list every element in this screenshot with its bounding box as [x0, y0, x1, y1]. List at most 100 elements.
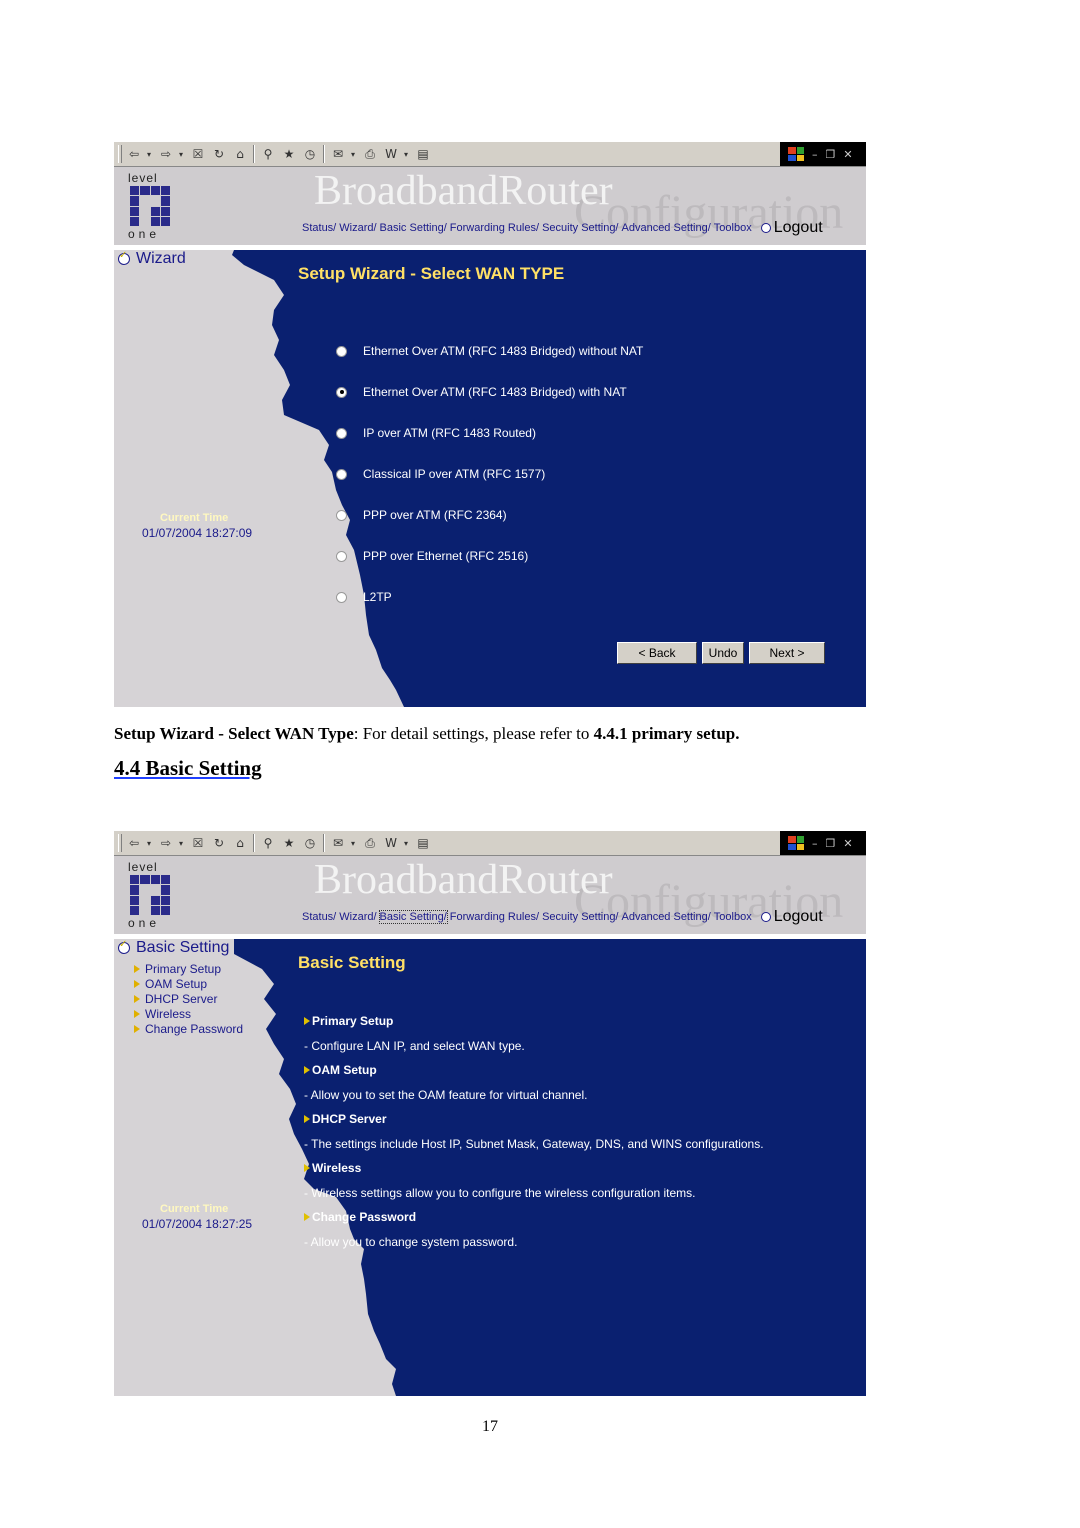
section-link-dhcp-server[interactable]: DHCP Server: [304, 1112, 386, 1126]
radio-button[interactable]: [336, 427, 347, 439]
back-icon[interactable]: ⇦: [126, 146, 142, 162]
history-icon[interactable]: ◷: [302, 146, 318, 162]
stop-icon[interactable]: ☒: [190, 835, 206, 851]
edit-dropdown-icon[interactable]: ▾: [404, 839, 410, 848]
nav-wizard[interactable]: Wizard/: [339, 911, 376, 923]
section-description: - Allow you to change system password.: [304, 1235, 518, 1249]
search-icon[interactable]: ⚲: [260, 146, 276, 162]
mail-dropdown-icon[interactable]: ▾: [351, 839, 357, 848]
history-icon[interactable]: ◷: [302, 835, 318, 851]
wan-option[interactable]: L2TP: [336, 590, 392, 604]
favorites-icon[interactable]: ★: [281, 835, 297, 851]
toolbar-grip[interactable]: [118, 145, 122, 163]
nav-security-setting[interactable]: Secuity Setting/: [542, 911, 618, 923]
minimize-icon[interactable]: –: [812, 148, 818, 161]
section-heading: 4.4 Basic Setting: [114, 756, 262, 780]
logout-link[interactable]: Logout: [774, 908, 823, 926]
section-link-oam-setup[interactable]: OAM Setup: [304, 1063, 377, 1077]
sidebar-title-basic-setting[interactable]: Basic Setting: [118, 939, 229, 957]
arrow-right-icon: [304, 1164, 310, 1172]
nav-toolbox[interactable]: Toolbox: [714, 222, 752, 234]
wan-option[interactable]: PPP over Ethernet (RFC 2516): [336, 549, 528, 563]
nav-forwarding-rules[interactable]: Forwarding Rules/: [450, 911, 539, 923]
wan-option[interactable]: Ethernet Over ATM (RFC 1483 Bridged) wit…: [336, 385, 627, 399]
router-header: level one Configuration BroadbandRouter …: [114, 856, 866, 934]
browser-toolbar: ⇦ ▾ ⇨ ▾ ☒ ↻ ⌂ ⚲ ★ ◷ ✉ ▾ ⎙ W ▾ ▤ – ❐ ✕: [114, 142, 866, 167]
nav-toolbox[interactable]: Toolbox: [714, 911, 752, 923]
page-title: Basic Setting: [298, 953, 406, 972]
caption-bold: Setup Wizard - Select WAN Type: [114, 724, 354, 743]
logout-link[interactable]: Logout: [774, 219, 823, 237]
sidebar-title-wizard[interactable]: Wizard: [118, 250, 186, 268]
sidebar-item-change-password[interactable]: Change Password: [134, 1021, 243, 1036]
nav-advanced-setting[interactable]: Advanced Setting/: [622, 222, 711, 234]
back-dropdown-icon[interactable]: ▾: [147, 150, 153, 159]
section-link-wireless[interactable]: Wireless: [304, 1161, 361, 1175]
mail-dropdown-icon[interactable]: ▾: [351, 150, 357, 159]
wizard-content: Wizard Current Time 01/07/2004 18:27:09 …: [114, 250, 866, 707]
back-dropdown-icon[interactable]: ▾: [147, 839, 153, 848]
edit-dropdown-icon[interactable]: ▾: [404, 150, 410, 159]
home-icon[interactable]: ⌂: [232, 146, 248, 162]
mail-icon[interactable]: ✉: [330, 835, 346, 851]
nav-wizard[interactable]: Wizard/: [339, 222, 376, 234]
radio-button[interactable]: [336, 345, 347, 357]
sidebar-item-oam-setup[interactable]: OAM Setup: [134, 976, 243, 991]
forward-icon[interactable]: ⇨: [158, 835, 174, 851]
current-time-label: Current Time: [160, 1203, 229, 1215]
restore-icon[interactable]: ❐: [826, 837, 836, 850]
wan-option-label: Ethernet Over ATM (RFC 1483 Bridged) wit…: [363, 344, 644, 358]
sidebar-item-dhcp-server[interactable]: DHCP Server: [134, 991, 243, 1006]
nav-status[interactable]: Status/: [302, 222, 336, 234]
wan-option[interactable]: Ethernet Over ATM (RFC 1483 Bridged) wit…: [336, 344, 643, 358]
windows-logo-icon: [788, 836, 804, 850]
close-icon[interactable]: ✕: [843, 148, 852, 161]
nav-security-setting[interactable]: Secuity Setting/: [542, 222, 618, 234]
nav-advanced-setting[interactable]: Advanced Setting/: [622, 911, 711, 923]
close-icon[interactable]: ✕: [843, 837, 852, 850]
wan-option[interactable]: PPP over ATM (RFC 2364): [336, 508, 507, 522]
favorites-icon[interactable]: ★: [281, 146, 297, 162]
sidebar-title-text: Wizard: [136, 250, 186, 267]
back-icon[interactable]: ⇦: [126, 835, 142, 851]
nav-basic-setting[interactable]: Basic Setting/: [380, 222, 447, 234]
restore-icon[interactable]: ❐: [826, 148, 836, 161]
nav-basic-setting[interactable]: Basic Setting/: [378, 910, 448, 924]
router-header: level one Configuration BroadbandRouter …: [114, 167, 866, 245]
forward-dropdown-icon[interactable]: ▾: [179, 150, 185, 159]
refresh-icon[interactable]: ↻: [211, 146, 227, 162]
next-button[interactable]: Next >: [749, 642, 825, 664]
print-icon[interactable]: ⎙: [362, 835, 378, 851]
radio-button[interactable]: [336, 591, 347, 603]
toolbar-grip[interactable]: [118, 834, 122, 852]
sidebar-item-primary-setup[interactable]: Primary Setup: [134, 961, 243, 976]
page-title: Setup Wizard - Select WAN TYPE: [298, 264, 565, 283]
levelone-logo: level one: [128, 171, 174, 241]
forward-icon[interactable]: ⇨: [158, 146, 174, 162]
print-icon[interactable]: ⎙: [362, 146, 378, 162]
wan-option[interactable]: IP over ATM (RFC 1483 Routed): [336, 426, 536, 440]
nav-status[interactable]: Status/: [302, 911, 336, 923]
stop-icon[interactable]: ☒: [190, 146, 206, 162]
radio-button-selected[interactable]: [336, 386, 347, 398]
nav-forwarding-rules[interactable]: Forwarding Rules/: [450, 222, 539, 234]
radio-button[interactable]: [336, 509, 347, 521]
radio-button[interactable]: [336, 468, 347, 480]
sidebar-item-wireless[interactable]: Wireless: [134, 1006, 243, 1021]
mail-icon[interactable]: ✉: [330, 146, 346, 162]
radio-button[interactable]: [336, 550, 347, 562]
home-icon[interactable]: ⌂: [232, 835, 248, 851]
undo-button[interactable]: Undo: [702, 642, 744, 664]
back-button[interactable]: < Back: [617, 642, 697, 664]
discuss-icon[interactable]: ▤: [415, 835, 431, 851]
section-link-primary-setup[interactable]: Primary Setup: [304, 1014, 393, 1028]
section-link-change-password[interactable]: Change Password: [304, 1210, 416, 1224]
edit-word-icon[interactable]: W: [383, 146, 399, 162]
edit-word-icon[interactable]: W: [383, 835, 399, 851]
discuss-icon[interactable]: ▤: [415, 146, 431, 162]
search-icon[interactable]: ⚲: [260, 835, 276, 851]
forward-dropdown-icon[interactable]: ▾: [179, 839, 185, 848]
refresh-icon[interactable]: ↻: [211, 835, 227, 851]
minimize-icon[interactable]: –: [812, 837, 818, 850]
wan-option[interactable]: Classical IP over ATM (RFC 1577): [336, 467, 545, 481]
